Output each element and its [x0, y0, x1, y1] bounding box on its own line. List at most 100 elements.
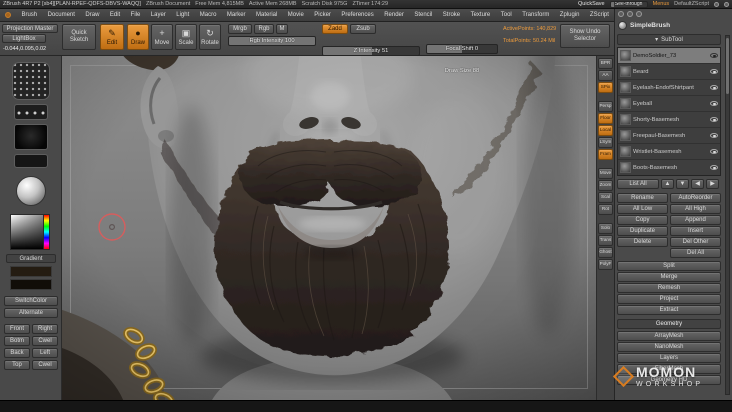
- zsub-button[interactable]: Zsub: [350, 24, 376, 34]
- move-mode-button[interactable]: + Move: [151, 24, 173, 50]
- lsym-button[interactable]: LSym: [598, 137, 613, 148]
- menu-stroke[interactable]: Stroke: [443, 12, 460, 18]
- show-undo-selector-button[interactable]: Show Undo Selector: [560, 24, 610, 48]
- nanomesh-section[interactable]: NanoMesh: [617, 342, 721, 352]
- menu-render[interactable]: Render: [384, 12, 404, 18]
- delete-button[interactable]: Delete: [617, 237, 668, 247]
- window-icon[interactable]: [714, 1, 719, 7]
- menu-transform[interactable]: Transform: [522, 12, 549, 18]
- menu-macro[interactable]: Macro: [200, 12, 217, 18]
- view-front-button[interactable]: Front: [4, 324, 30, 334]
- window-icon[interactable]: [724, 1, 729, 7]
- subtool-row[interactable]: Shorty-Basemesh: [618, 112, 720, 128]
- panel-icon[interactable]: [618, 11, 624, 17]
- autoreorder-button[interactable]: AutoReorder: [670, 193, 721, 203]
- append-button[interactable]: Append: [670, 215, 721, 225]
- insert-button[interactable]: Insert: [670, 226, 721, 236]
- menu-picker[interactable]: Picker: [314, 12, 331, 18]
- geometry-section-header[interactable]: Geometry: [617, 319, 721, 329]
- duplicate-button[interactable]: Duplicate: [617, 226, 668, 236]
- m-button[interactable]: M: [276, 24, 288, 34]
- menu-file[interactable]: File: [131, 12, 141, 18]
- list-all-button[interactable]: List All: [617, 179, 659, 189]
- secondary-color-swatch[interactable]: [10, 279, 52, 290]
- lightbox-button[interactable]: LightBox: [2, 34, 46, 43]
- split-section[interactable]: Split: [617, 261, 721, 271]
- draw-mode-button[interactable]: ● Draw: [127, 24, 149, 50]
- view-cwel2-button[interactable]: Cwel: [32, 360, 58, 370]
- view-back-button[interactable]: Back: [4, 348, 30, 358]
- menu-layer[interactable]: Layer: [151, 12, 166, 18]
- del-other-button[interactable]: Del Other: [670, 237, 721, 247]
- zadd-button[interactable]: Zadd: [322, 24, 348, 34]
- layers-section[interactable]: Layers: [617, 353, 721, 363]
- panel-icon[interactable]: [636, 11, 642, 17]
- move-3d-button[interactable]: Move: [598, 168, 613, 179]
- rotate-3d-button[interactable]: Rot: [598, 204, 613, 215]
- view-top-button[interactable]: Top: [4, 360, 30, 370]
- zbrush-logo-icon[interactable]: [5, 12, 11, 18]
- alternate-button[interactable]: Alternate: [4, 308, 58, 318]
- menu-document[interactable]: Document: [48, 12, 75, 18]
- menu-texture[interactable]: Texture: [471, 12, 491, 18]
- subtool-row[interactable]: Eyeball: [618, 96, 720, 112]
- scale-3d-button[interactable]: Scal: [598, 192, 613, 203]
- visibility-eye-icon[interactable]: [710, 101, 718, 106]
- z-intensity-slider[interactable]: Z Intensity 51: [322, 46, 420, 56]
- scale-mode-button[interactable]: ▣ Scale: [175, 24, 197, 50]
- visibility-eye-icon[interactable]: [710, 69, 718, 74]
- aa-button[interactable]: AA: [598, 70, 613, 81]
- subtool-right-button[interactable]: ▶: [706, 179, 719, 189]
- rgb-intensity-slider[interactable]: Rgb Intensity 100: [228, 36, 316, 46]
- merge-section[interactable]: Merge: [617, 272, 721, 282]
- draw-size-slider[interactable]: Draw Size 88: [426, 66, 498, 76]
- quick-sketch-button[interactable]: Quick Sketch: [62, 24, 96, 50]
- subtool-left-button[interactable]: ◀: [691, 179, 704, 189]
- menu-edit[interactable]: Edit: [110, 12, 120, 18]
- subtool-row[interactable]: DemoSoldier_73: [618, 48, 720, 64]
- tray-scrollbar[interactable]: [725, 35, 730, 395]
- texture-thumbnail[interactable]: [14, 154, 48, 168]
- visibility-eye-icon[interactable]: [710, 85, 718, 90]
- copy-button[interactable]: Copy: [617, 215, 668, 225]
- menu-movie[interactable]: Movie: [288, 12, 304, 18]
- menu-zplugin[interactable]: Zplugin: [560, 12, 580, 18]
- solo-button[interactable]: Solo: [598, 223, 613, 234]
- menu-tool[interactable]: Tool: [501, 12, 512, 18]
- gradient-toggle[interactable]: Gradient: [6, 254, 56, 263]
- subtool-section-header[interactable]: ▾ SubTool: [617, 34, 721, 45]
- view-bottom-button[interactable]: Botm: [4, 336, 30, 346]
- current-brush-thumbnail[interactable]: [12, 62, 50, 100]
- visibility-eye-icon[interactable]: [710, 165, 718, 170]
- all-low-button[interactable]: All Low: [617, 204, 668, 214]
- stroke-thumbnail[interactable]: [14, 104, 48, 120]
- subtool-row[interactable]: Boots-Basemesh: [618, 160, 720, 175]
- ghost-button[interactable]: Ghost: [598, 247, 613, 258]
- geometry-hd-section[interactable]: Geometry HD: [617, 375, 721, 385]
- switch-color-button[interactable]: SwitchColor: [4, 296, 58, 306]
- subtool-down-button[interactable]: ▼: [676, 179, 689, 189]
- frame-button[interactable]: Fram: [598, 149, 613, 160]
- subtool-row[interactable]: Beard: [618, 64, 720, 80]
- menu-preferences[interactable]: Preferences: [341, 12, 373, 18]
- material-thumbnail[interactable]: [16, 176, 46, 206]
- rgb-button[interactable]: Rgb: [254, 24, 274, 34]
- extract-section[interactable]: Extract: [617, 305, 721, 315]
- projection-master-button[interactable]: Projection Master: [2, 24, 58, 33]
- see-through-slider[interactable]: See-through: [609, 0, 648, 8]
- edit-mode-button[interactable]: ✎ Edit: [100, 24, 124, 50]
- subtool-row[interactable]: Freepaul-Basemesh: [618, 128, 720, 144]
- current-tool-header[interactable]: SimpleBrush: [618, 21, 670, 30]
- tray-scrollbar-thumb[interactable]: [726, 38, 729, 94]
- all-high-button[interactable]: All High: [670, 204, 721, 214]
- mrgb-button[interactable]: Mrgb: [228, 24, 252, 34]
- menu-stencil[interactable]: Stencil: [414, 12, 432, 18]
- subtool-up-button[interactable]: ▲: [661, 179, 674, 189]
- visibility-eye-icon[interactable]: [710, 117, 718, 122]
- visibility-eye-icon[interactable]: [710, 149, 718, 154]
- visibility-eye-icon[interactable]: [710, 53, 718, 58]
- polyframe-button[interactable]: PolyF: [598, 259, 613, 270]
- arraymesh-section[interactable]: ArrayMesh: [617, 331, 721, 341]
- visibility-eye-icon[interactable]: [710, 133, 718, 138]
- persp-button[interactable]: Persp: [598, 101, 613, 112]
